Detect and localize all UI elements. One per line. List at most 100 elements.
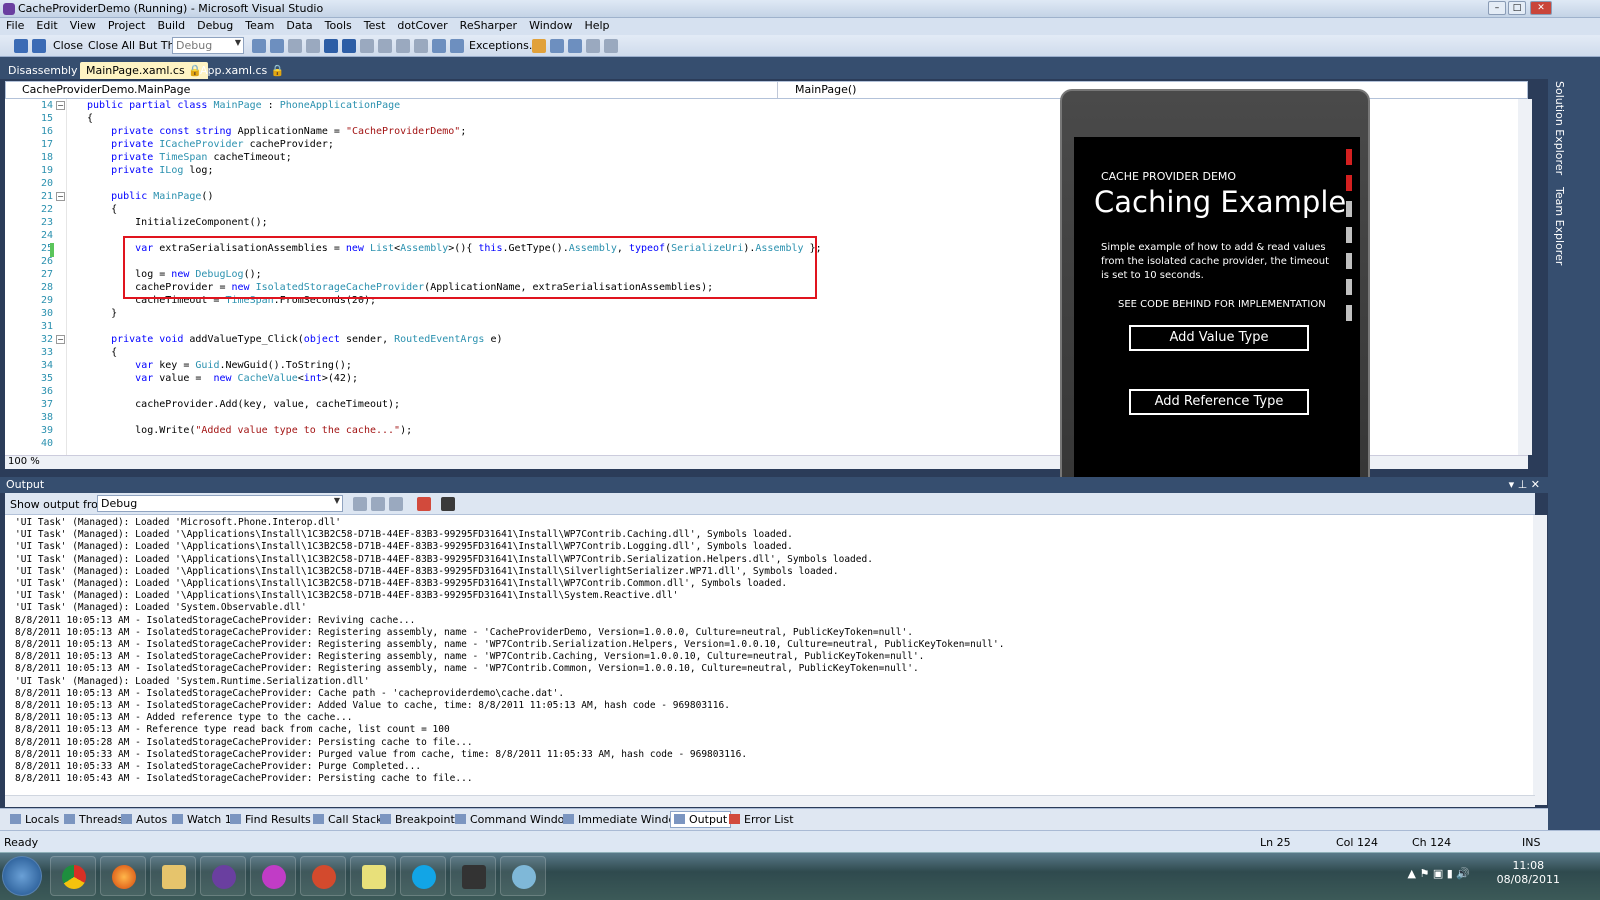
output-line: 8/8/2011 10:05:43 AM - IsolatedStorageCa… [15,773,473,785]
collapse-toggle-icon[interactable]: − [56,335,65,344]
firefox-taskbar-button[interactable] [100,856,146,896]
bookmark-icon[interactable] [532,39,546,53]
configuration-dropdown[interactable]: Debug ▼ [172,37,244,54]
output-horizontal-scrollbar[interactable] [5,795,1535,807]
tab-breakpoints[interactable]: Breakpoints [378,813,463,826]
tab-output[interactable]: Output [670,811,732,828]
tray-icons[interactable]: ▲ ⚑ ▣ ▮ 🔊 [1408,867,1470,880]
chrome-taskbar-button[interactable] [50,856,96,896]
tab-mainpage-xaml-cs[interactable]: MainPage.xaml.cs 🔒 [80,62,208,79]
app-taskbar-button[interactable] [250,856,296,896]
watch-icon [172,814,183,824]
skype-taskbar-button[interactable] [400,856,446,896]
breakpoints-icon [380,814,391,824]
tab-find-results-1[interactable]: Find Results 1 [228,813,323,826]
save-all-icon[interactable] [32,39,46,53]
collapse-toggle-icon[interactable]: − [56,192,65,201]
tab-watch-1[interactable]: Watch 1 [170,813,234,826]
code-line: public partial class MainPage : PhoneApp… [87,100,401,111]
code-line: private ILog log; [111,165,214,176]
tab-disassembly[interactable]: Disassembly [2,62,84,79]
menu-data[interactable]: Data [280,18,318,32]
minimize-button[interactable]: – [1488,1,1506,15]
emulator-taskbar-button[interactable] [450,856,496,896]
start-orb[interactable] [2,856,42,896]
window-icon[interactable] [270,39,284,53]
notes-taskbar-button[interactable] [350,856,396,896]
memory-icon[interactable] [432,39,446,53]
tab-team-explorer[interactable]: Team Explorer [1553,187,1566,265]
tab-command-window[interactable]: Command Window [453,813,575,826]
tab-locals[interactable]: Locals [8,813,61,826]
breakpoint-icon[interactable] [252,39,266,53]
close-all-but-this-button[interactable]: Close All But This [88,39,183,52]
code-line: { [87,113,94,124]
next-message-icon[interactable] [389,497,403,511]
type-dropdown[interactable]: CacheProviderDemo.MainPage [6,82,778,98]
menu-project[interactable]: Project [102,18,152,32]
add-value-type-button[interactable]: Add Value Type [1129,325,1309,351]
find-message-icon[interactable] [371,497,385,511]
step-into-icon[interactable] [378,39,392,53]
tab-threads[interactable]: Threads [62,813,125,826]
line-number-gutter: 14−15 16 17 18 19 20 21−22 23 24 25 26 27 28 29 30 31 32… [5,99,67,455]
menu-resharper[interactable]: ReSharper [454,18,523,32]
line-number: 30 [40,308,53,319]
menu-view[interactable]: View [64,18,102,32]
attach-icon[interactable] [288,39,302,53]
paint-taskbar-button[interactable] [500,856,546,896]
tab-error-list[interactable]: Error List [727,813,796,826]
pin-icon[interactable]: ▾ ⊥ ✕ [1509,478,1540,491]
output-text[interactable]: 'UI Task' (Managed): Loaded 'Microsoft.P… [5,515,1535,795]
tab-solution-explorer[interactable]: Solution Explorer [1553,81,1566,175]
stop-icon[interactable] [324,39,338,53]
threads-icon[interactable] [450,39,464,53]
menu-edit[interactable]: Edit [30,18,63,32]
zoom-level[interactable]: 100 % [8,456,40,467]
step-out-icon[interactable] [414,39,428,53]
maximize-button[interactable]: □ [1508,1,1526,15]
tab-app-xaml-cs[interactable]: App.xaml.cs 🔒 [194,62,291,79]
menu-tools[interactable]: Tools [319,18,358,32]
output-line: 8/8/2011 10:05:13 AM - IsolatedStorageCa… [15,700,730,711]
pause-icon[interactable] [342,39,356,53]
tab-autos[interactable]: Autos [119,813,169,826]
explorer-taskbar-button[interactable] [150,856,196,896]
menu-window[interactable]: Window [523,18,578,32]
member-dropdown[interactable]: MainPage() [781,82,1081,98]
close-window-button[interactable]: ✕ [1530,1,1552,15]
code-line: public MainPage() [111,191,214,202]
tab-immediate-window[interactable]: Immediate Window [561,813,686,826]
uncomment-icon[interactable] [604,39,618,53]
word-wrap-icon[interactable] [441,497,455,511]
go-to-line-icon[interactable] [353,497,367,511]
menu-debug[interactable]: Debug [191,18,239,32]
menu-file[interactable]: File [0,18,30,32]
visual-studio-icon [212,865,236,889]
output-vertical-scrollbar[interactable] [1533,515,1547,805]
clear-all-icon[interactable] [417,497,431,511]
save-icon[interactable] [14,39,28,53]
app-taskbar-button[interactable] [300,856,346,896]
indent-icon[interactable] [550,39,564,53]
show-output-from-dropdown[interactable]: Debug ▼ [97,495,343,512]
menu-test[interactable]: Test [358,18,392,32]
tab-call-stack[interactable]: Call Stack [311,813,384,826]
editor-vertical-scrollbar[interactable] [1518,99,1532,455]
output-title: Output [6,478,45,491]
comment-icon[interactable] [586,39,600,53]
add-reference-type-button[interactable]: Add Reference Type [1129,389,1309,415]
outdent-icon[interactable] [568,39,582,53]
menu-build[interactable]: Build [151,18,191,32]
menu-help[interactable]: Help [578,18,615,32]
menu-team[interactable]: Team [239,18,280,32]
step-over-icon[interactable] [396,39,410,53]
close-button[interactable]: Close [53,39,83,52]
step-icon[interactable] [360,39,374,53]
visual-studio-taskbar-button[interactable] [200,856,246,896]
refresh-icon[interactable] [306,39,320,53]
exceptions-button[interactable]: Exceptions... [469,39,539,52]
system-clock[interactable]: 11:08 08/08/2011 [1497,859,1560,887]
menu-dotcover[interactable]: dotCover [391,18,453,32]
collapse-toggle-icon[interactable]: − [56,101,65,110]
